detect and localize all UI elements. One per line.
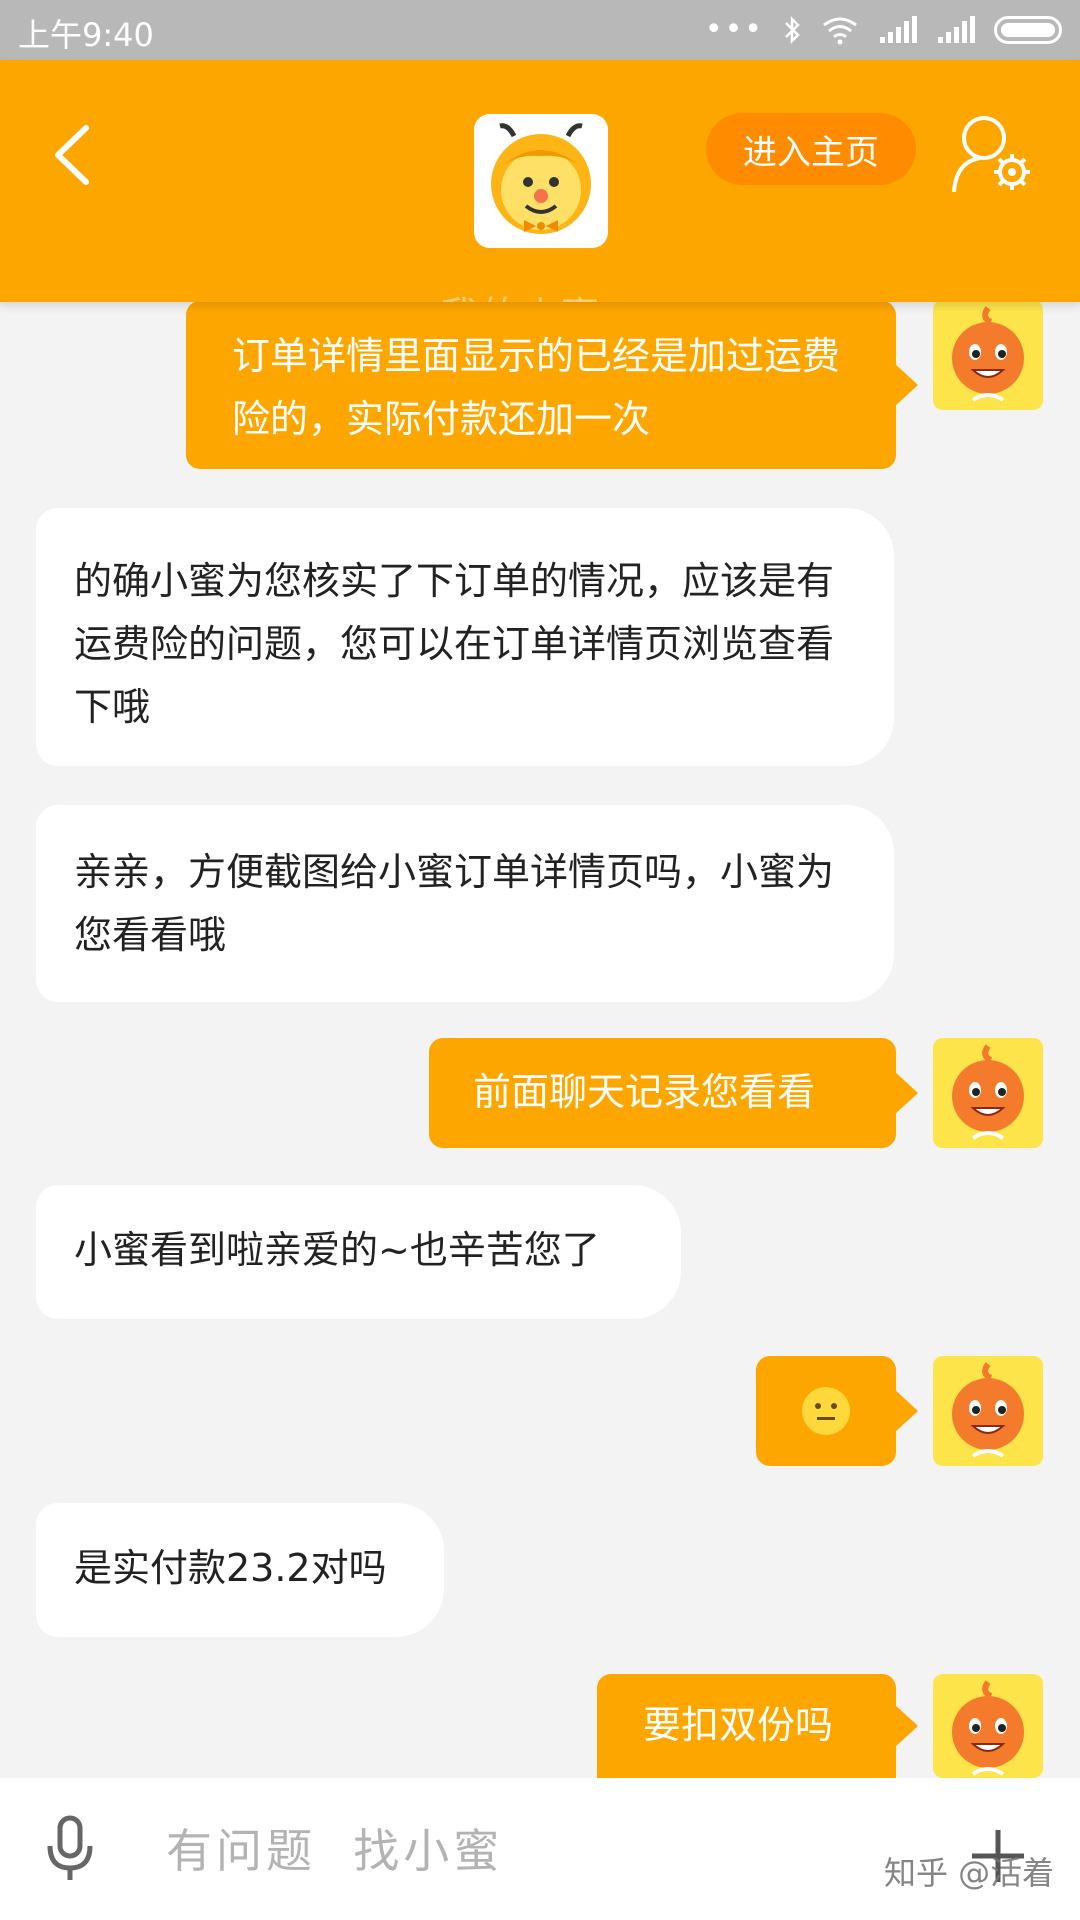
message-bubble-received[interactable]: 小蜜看到啦亲爱的~也辛苦您了 [36,1185,681,1319]
message-bubble-received[interactable]: 的确小蜜为您核实了下订单的情况，应该是有运费险的问题，您可以在订单详情页浏览查看… [36,508,894,766]
signal-icon-2 [938,15,975,43]
battery-icon [994,15,1062,44]
chat-header: 进入主页 我的小蜜 [0,60,1080,302]
message-bubble-sent[interactable] [756,1356,918,1466]
wifi-icon [823,17,857,44]
message-text: 是实付款23.2对吗 [74,1546,387,1590]
status-time: 上午9:40 [18,16,154,54]
user-avatar-icon [933,1038,1043,1148]
message-bubble-received[interactable]: 是实付款23.2对吗 [36,1503,444,1637]
message-text: 亲亲，方便截图给小蜜订单详情页吗，小蜜为您看看哦 [74,850,835,957]
message-text: 前面聊天记录您看看 [473,1070,816,1114]
signal-icon [880,15,917,43]
message-text: 的确小蜜为您核实了下订单的情况，应该是有运费险的问题，您可以在订单详情页浏览查看… [74,559,835,729]
status-bar: 上午9:40 ••• [0,0,1080,60]
message-input[interactable] [164,1820,768,1882]
bluetooth-icon [785,15,800,44]
message-bubble-received[interactable]: 亲亲，方便截图给小蜜订单详情页吗，小蜜为您看看哦 [36,805,894,1002]
watermark-text: 知乎 @活着 [884,1854,1055,1892]
microphone-icon[interactable] [40,1814,100,1884]
message-bubble-sent[interactable]: 前面聊天记录您看看 [429,1038,918,1148]
enter-homepage-button[interactable]: 进入主页 [706,113,916,185]
user-avatar-icon [933,1356,1043,1466]
header-title-ghost: 我的小蜜 [440,284,600,302]
back-arrow-icon[interactable] [48,120,98,190]
input-bar: 知乎 @活着 [0,1778,1080,1920]
message-bubble-sent[interactable]: 订单详情里面显示的已经是加过运费险的，实际付款还加一次 [186,301,918,469]
user-avatar[interactable] [933,1038,1043,1148]
message-text: 要扣双份吗 [643,1703,834,1747]
message-bubble-sent[interactable]: 要扣双份吗 [597,1674,918,1778]
more-dots-icon: ••• [704,12,764,47]
message-text: 订单详情里面显示的已经是加过运费险的，实际付款还加一次 [232,334,841,441]
bee-mascot-icon [474,114,608,248]
user-avatar-icon [933,1674,1043,1778]
message-text: 小蜜看到啦亲爱的~也辛苦您了 [74,1228,600,1272]
neutral-face-icon [802,1387,850,1435]
user-avatar[interactable] [933,1674,1043,1778]
user-avatar-icon [933,300,1043,410]
assistant-avatar[interactable] [474,114,608,248]
user-avatar[interactable] [933,300,1043,410]
profile-settings-icon[interactable] [950,110,1034,196]
user-avatar[interactable] [933,1356,1043,1466]
